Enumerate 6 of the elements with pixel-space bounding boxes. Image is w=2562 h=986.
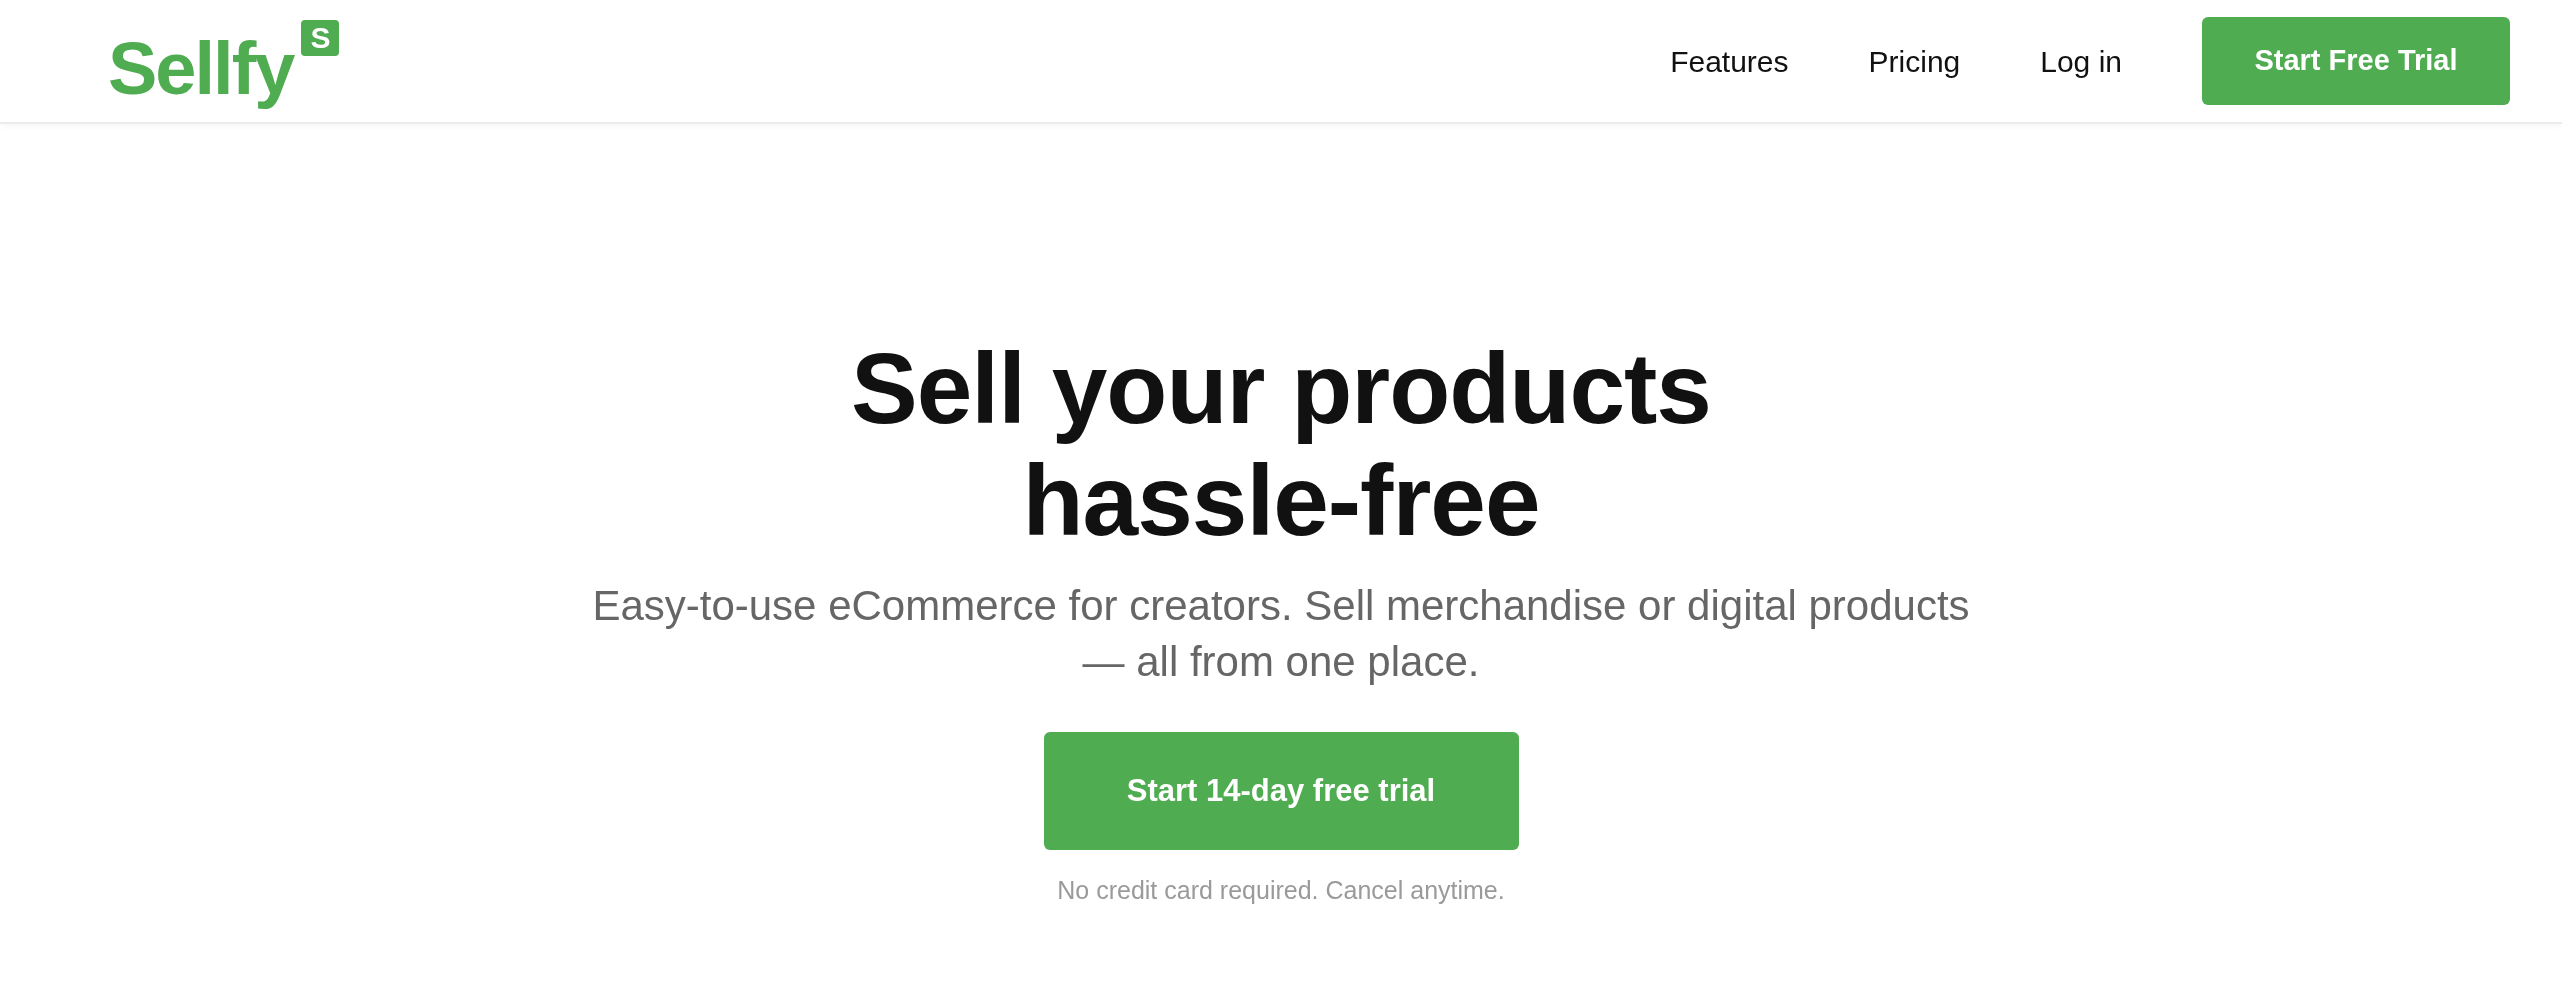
no-credit-card-note: No credit card required. Cancel anytime.: [1057, 875, 1505, 906]
hero-subtitle: Easy-to-use eCommerce for creators. Sell merchandise or digital products — all from one place.: [591, 581, 1971, 687]
nav-link[interactable]: Features: [1670, 38, 1789, 84]
hero-headline: Sell your products hassle-free: [851, 332, 1711, 556]
nav-link[interactable]: Pricing: [1868, 38, 1961, 84]
nav-link[interactable]: Log in: [2040, 38, 2122, 84]
